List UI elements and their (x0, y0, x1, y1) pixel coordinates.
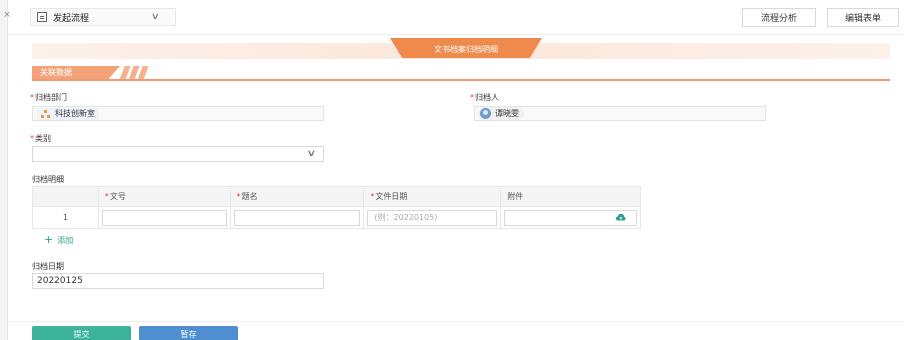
archive-date-label: 归档日期 (32, 262, 64, 271)
details-table: 文号 题名 文件日期 附件 1 (例：20220105) (32, 186, 641, 229)
flow-analysis-button[interactable]: 流程分析 (742, 8, 816, 27)
archiver-chip[interactable]: 谭晓雯 (479, 107, 524, 120)
form-title-tab: 文书档案归档明细 (390, 38, 542, 58)
section-title: 关联数据 (32, 66, 120, 80)
dept-value: 科技创新室 (55, 109, 95, 118)
divider (8, 34, 904, 35)
archive-date-input[interactable]: 20220125 (32, 273, 324, 289)
column-header-attachment: 附件 (500, 186, 641, 207)
edit-form-button[interactable]: 编辑表单 (827, 8, 899, 27)
upload-cloud-icon[interactable] (616, 213, 626, 221)
archiver-label: 归档人 (470, 92, 499, 103)
top-toolbar: 发起流程 ∨ 流程分析 编辑表单 (24, 0, 904, 34)
flow-dropdown-label: 发起流程 (53, 13, 90, 24)
flow-dropdown[interactable]: 发起流程 ∨ (30, 8, 176, 26)
chevron-down-icon: ∨ (151, 12, 161, 22)
row-index: 1 (32, 206, 99, 229)
document-icon (37, 12, 47, 22)
org-icon (41, 109, 51, 118)
section-stripe (137, 66, 149, 80)
footer-divider (8, 321, 904, 322)
section-tab: 关联数据 (32, 66, 150, 80)
title-cell (229, 206, 365, 229)
chevron-down-icon: ∨ (306, 149, 317, 159)
table-header-index (32, 186, 99, 207)
archiver-field[interactable]: 谭晓雯 (474, 106, 766, 121)
save-draft-button[interactable]: 暂存 (139, 326, 238, 340)
column-header-doc-no: 文号 (97, 186, 231, 207)
file-date-input[interactable]: (例：20220105) (367, 209, 498, 226)
archiver-value: 谭晓雯 (495, 109, 519, 118)
attachment-input[interactable] (504, 209, 637, 226)
doc-no-cell (97, 206, 231, 229)
dept-field[interactable]: 科技创新室 (32, 106, 324, 121)
file-date-cell: (例：20220105) (363, 206, 502, 229)
form-title: 文书档案归档明细 (434, 44, 498, 54)
column-header-title: 题名 (229, 186, 365, 207)
left-edge-panel (0, 0, 8, 340)
category-label: 类别 (30, 133, 51, 144)
attachment-cell (500, 206, 641, 229)
doc-no-input[interactable] (101, 209, 227, 226)
plus-icon: + (44, 233, 54, 246)
table-row: 1 (例：20220105) (32, 206, 641, 229)
column-header-file-date: 文件日期 (363, 186, 502, 207)
category-select[interactable]: ∨ (32, 146, 324, 162)
add-row-label: 添加 (57, 236, 74, 245)
table-header-row: 文号 题名 文件日期 附件 (32, 186, 641, 207)
user-avatar-icon (480, 108, 491, 119)
submit-button[interactable]: 提交 (32, 326, 131, 340)
title-input[interactable] (233, 209, 361, 226)
dept-chip[interactable]: 科技创新室 (37, 107, 99, 120)
dept-label: 归档部门 (30, 92, 67, 103)
add-row-button[interactable]: + 添加 (44, 233, 73, 246)
close-icon[interactable]: × (0, 10, 14, 20)
details-label: 归档明细 (32, 175, 64, 184)
section-underline (32, 79, 890, 81)
